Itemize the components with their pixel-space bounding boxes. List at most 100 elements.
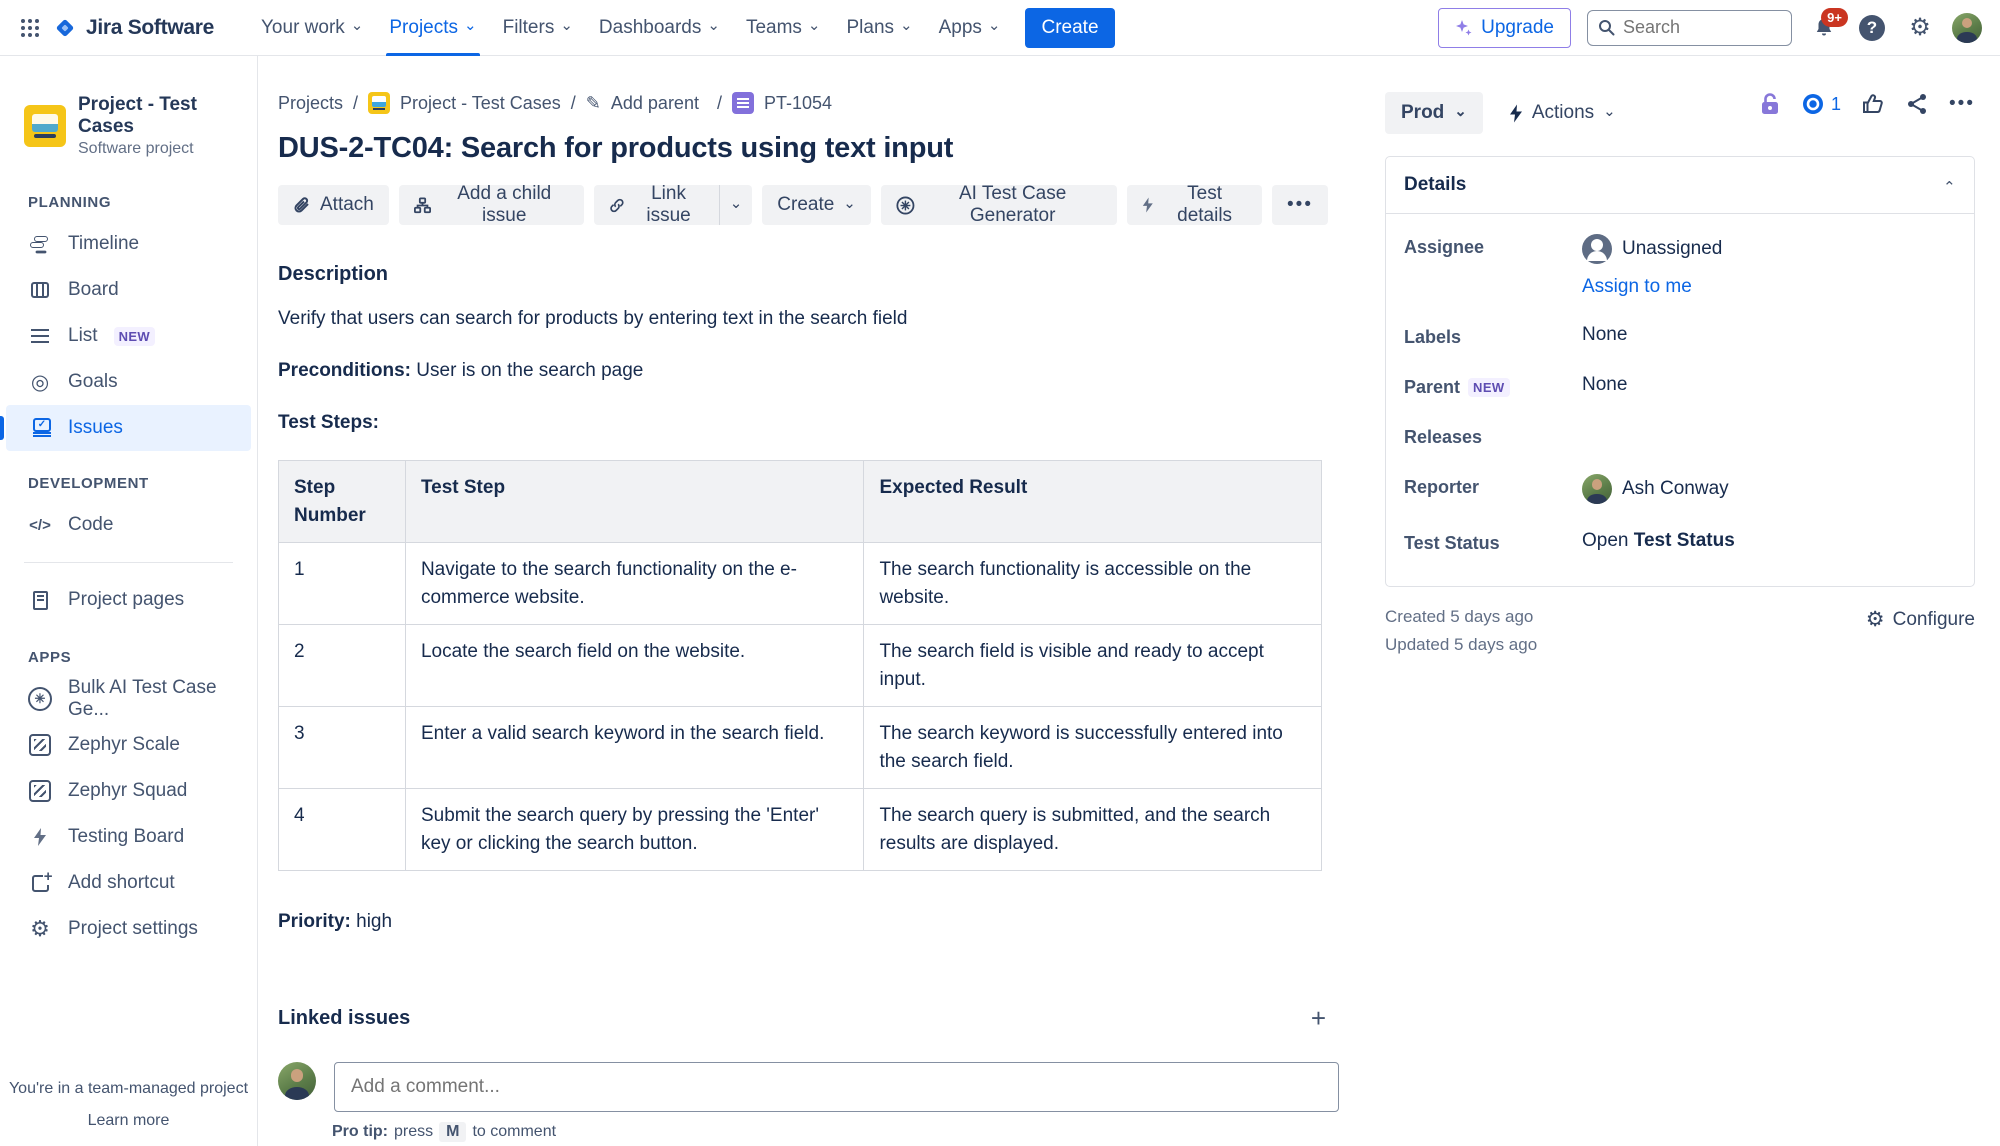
chevron-down-icon: ⌄: [1603, 104, 1616, 119]
link-issue-more-button[interactable]: ⌄: [720, 185, 753, 225]
created-date: Created 5 days ago: [1385, 607, 1537, 627]
ai-test-case-generator-button[interactable]: AI Test Case Generator: [881, 185, 1117, 225]
comment-input[interactable]: [334, 1062, 1339, 1112]
nav-filters[interactable]: Filters⌄: [490, 0, 586, 56]
sidebar-item-bulk-ai[interactable]: ✳ Bulk AI Test Case Ge...: [0, 676, 253, 722]
jira-logo[interactable]: Jira Software: [52, 15, 214, 41]
team-managed-note: You're in a team-managed project: [0, 1080, 257, 1098]
project-name: Project - Test Cases: [78, 94, 241, 138]
sidebar-item-issues[interactable]: Issues: [6, 405, 251, 451]
watch-icon[interactable]: 1: [1801, 92, 1841, 116]
add-child-issue-button[interactable]: Add a child issue: [399, 185, 584, 225]
test-details-button[interactable]: Test details: [1127, 185, 1262, 225]
zephyr-squad-icon: [28, 780, 52, 802]
create-button[interactable]: Create: [1025, 8, 1114, 48]
breadcrumb-projects[interactable]: Projects: [278, 93, 343, 114]
like-icon[interactable]: [1861, 92, 1885, 116]
chevron-down-icon: ⌄: [464, 18, 477, 33]
jira-logo-text: Jira Software: [86, 16, 214, 40]
nav-your-work[interactable]: Your work⌄: [248, 0, 376, 56]
learn-more-link[interactable]: Learn more: [0, 1112, 257, 1130]
chevron-down-icon: ⌄: [988, 18, 1001, 33]
assign-to-me-link[interactable]: Assign to me: [1582, 276, 1722, 298]
col-step-number: Step Number: [279, 461, 406, 543]
nav-projects[interactable]: Projects⌄: [376, 0, 489, 56]
description-text[interactable]: Verify that users can search for product…: [278, 308, 1328, 330]
sidebar-item-goals[interactable]: ◎ Goals: [0, 359, 253, 405]
nav-teams[interactable]: Teams⌄: [733, 0, 834, 56]
attach-button[interactable]: Attach: [278, 185, 389, 225]
sidebar-item-list[interactable]: List NEW: [0, 313, 253, 359]
updated-date: Updated 5 days ago: [1385, 635, 1537, 655]
divider: [24, 562, 233, 563]
list-icon: [28, 329, 52, 343]
table-row: 2 Locate the search field on the website…: [279, 625, 1322, 707]
help-icon[interactable]: ?: [1856, 12, 1888, 44]
project-header[interactable]: Project - Test Cases Software project: [0, 94, 257, 184]
field-labels: Labels None: [1404, 324, 1956, 348]
upgrade-button[interactable]: Upgrade: [1438, 8, 1571, 48]
link-issue-button[interactable]: Link issue: [594, 185, 720, 225]
settings-gear-icon[interactable]: ⚙: [1904, 12, 1936, 44]
table-row: 4 Submit the search query by pressing th…: [279, 789, 1322, 871]
status-dropdown[interactable]: Prod ⌄: [1385, 92, 1483, 134]
child-issue-icon: [414, 196, 431, 215]
sidebar-item-project-pages[interactable]: Project pages: [0, 577, 253, 623]
nav-dashboards[interactable]: Dashboards⌄: [586, 0, 733, 56]
pages-icon: [28, 591, 52, 610]
add-linked-issue-button[interactable]: +: [1311, 1003, 1326, 1034]
sidebar-item-zephyr-scale[interactable]: Zephyr Scale: [0, 722, 253, 768]
breadcrumb: Projects / Project - Test Cases / ✎ Add …: [278, 92, 1328, 114]
link-icon: [609, 196, 625, 215]
issue-toolbar: Attach Add a child issue: [278, 185, 1328, 225]
global-search[interactable]: [1587, 10, 1792, 46]
sidebar-item-project-settings[interactable]: ⚙ Project settings: [0, 906, 253, 952]
test-steps-table[interactable]: Step Number Test Step Expected Result 1 …: [278, 460, 1322, 871]
more-actions-icon[interactable]: •••: [1949, 93, 1975, 115]
gear-icon: ⚙: [28, 916, 52, 942]
actions-dropdown[interactable]: Actions ⌄: [1509, 102, 1616, 124]
notifications-bell-icon[interactable]: 9+: [1808, 12, 1840, 44]
sidebar-item-add-shortcut[interactable]: Add shortcut: [0, 860, 253, 906]
linked-issues-heading: Linked issues: [278, 1007, 410, 1030]
project-avatar: [24, 105, 66, 147]
chevron-up-icon: ⌄: [1943, 178, 1956, 193]
nav-apps[interactable]: Apps⌄: [926, 0, 1014, 56]
sidebar-item-zephyr-squad[interactable]: Zephyr Squad: [0, 768, 253, 814]
sidebar-section-planning: PLANNING: [0, 184, 257, 221]
sparkle-icon: [1455, 19, 1473, 37]
col-expected-result: Expected Result: [864, 461, 1322, 543]
chevron-down-icon: ⌄: [351, 18, 364, 33]
description-heading: Description: [278, 263, 1328, 286]
sidebar-item-board[interactable]: Board: [0, 267, 253, 313]
sidebar-item-timeline[interactable]: Timeline: [0, 221, 253, 267]
app-switcher-icon[interactable]: [14, 12, 46, 44]
search-input[interactable]: [1623, 17, 1773, 38]
nav-plans[interactable]: Plans⌄: [833, 0, 925, 56]
field-releases: Releases: [1404, 424, 1956, 448]
code-icon: </>: [28, 517, 52, 534]
sidebar-item-code[interactable]: </> Code: [0, 502, 253, 548]
priority-line: Priority: high: [278, 911, 1328, 933]
breadcrumb-issue-key[interactable]: PT-1054: [764, 93, 832, 114]
breadcrumb-project[interactable]: Project - Test Cases: [400, 93, 561, 114]
lightning-icon: [28, 828, 52, 846]
field-parent: Parent NEW None: [1404, 374, 1956, 398]
create-dropdown-button[interactable]: Create ⌄: [762, 185, 871, 225]
share-icon[interactable]: [1905, 92, 1929, 116]
search-icon: [1598, 19, 1615, 36]
toolbar-more-button[interactable]: •••: [1272, 185, 1328, 225]
labels-value[interactable]: None: [1582, 324, 1627, 346]
parent-value[interactable]: None: [1582, 374, 1627, 396]
user-avatar[interactable]: [1952, 13, 1982, 43]
configure-button[interactable]: ⚙ Configure: [1866, 607, 1975, 632]
project-type: Software project: [78, 140, 241, 158]
page-title: DUS-2-TC04: Search for products using te…: [278, 132, 1328, 165]
board-icon: [28, 282, 52, 298]
details-panel-header[interactable]: Details ⌄: [1386, 157, 1974, 214]
preconditions-line[interactable]: Preconditions: User is on the search pag…: [278, 360, 1328, 382]
sidebar-item-testing-board[interactable]: Testing Board: [0, 814, 253, 860]
chevron-down-icon: ⌄: [707, 18, 720, 33]
lock-icon[interactable]: [1759, 92, 1781, 116]
breadcrumb-add-parent[interactable]: Add parent: [611, 93, 699, 114]
